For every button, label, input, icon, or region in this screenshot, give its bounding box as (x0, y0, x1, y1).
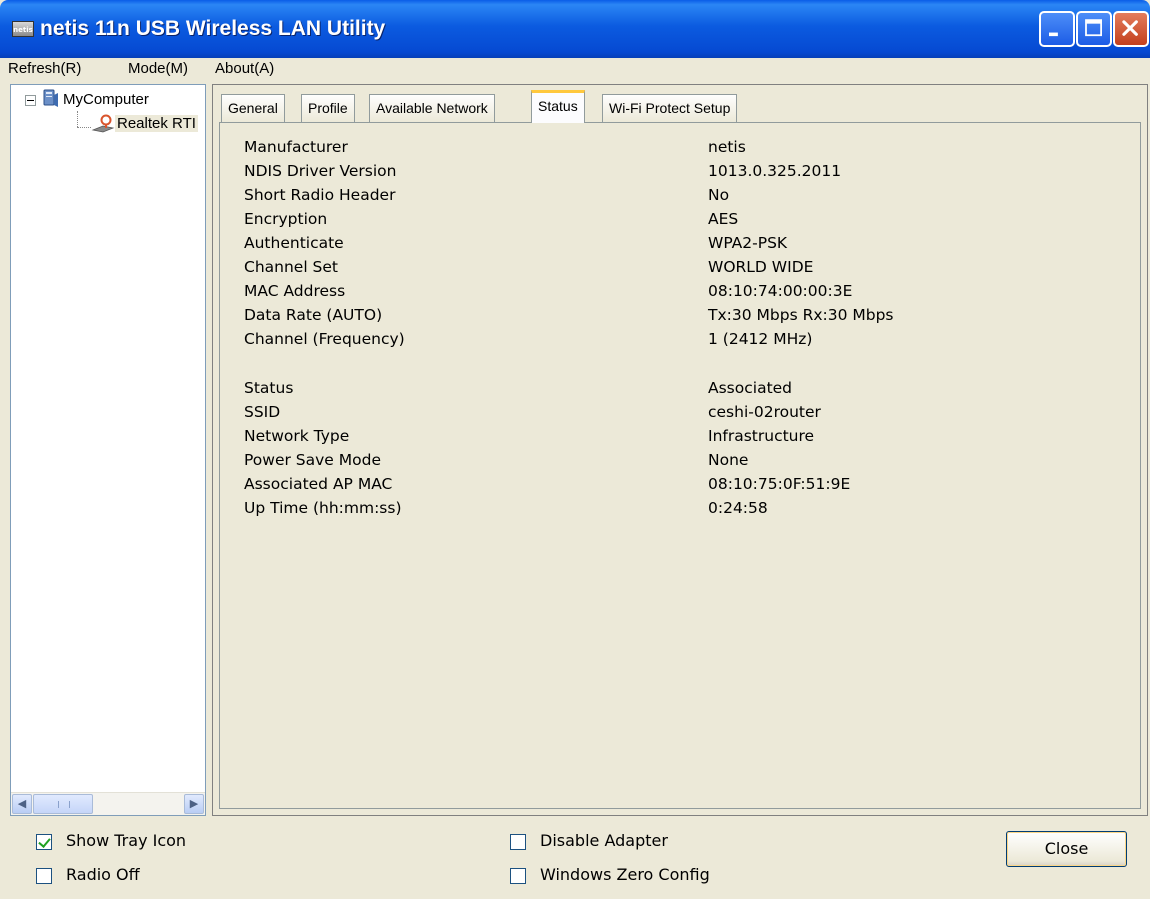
maximize-icon (1085, 19, 1102, 37)
tree-item-realtek[interactable]: Realtek RTI (115, 115, 198, 132)
info-value-encryption: AES (708, 210, 739, 228)
app-icon[interactable]: netis (12, 21, 34, 37)
info-value-mac-address: 08:10:74:00:00:3E (708, 282, 853, 300)
scroll-right-button[interactable]: ▶ (184, 794, 204, 814)
info-label-status: Status (244, 379, 294, 397)
info-value-up-time: 0:24:58 (708, 499, 768, 517)
info-value-authenticate: WPA2-PSK (708, 234, 788, 252)
chevron-right-icon: ▶ (189, 797, 199, 810)
menu-mode[interactable]: Mode(M) (128, 60, 188, 77)
tab-general-label: General (228, 100, 278, 116)
info-label-network-type: Network Type (244, 427, 350, 445)
info-label-up-time: Up Time (hh:mm:ss) (244, 499, 402, 517)
menu-refresh-label: Refresh (8, 60, 61, 77)
show-tray-icon-label[interactable]: Show Tray Icon (66, 831, 186, 850)
info-label-manufacturer: Manufacturer (244, 138, 348, 156)
tree-connector (77, 111, 78, 127)
info-value-associated-ap-mac: 08:10:75:0F:51:9E (708, 475, 851, 493)
adapter-tree[interactable]: MyComputer Realtek RTI ◀ ▶ (10, 84, 206, 816)
radio-off-label[interactable]: Radio Off (66, 865, 140, 884)
info-label-encryption: Encryption (244, 210, 328, 228)
minimize-button[interactable] (1039, 11, 1075, 47)
title-bar[interactable]: netis netis 11n USB Wireless LAN Utility (0, 0, 1150, 58)
tree-horizontal-scrollbar[interactable]: ◀ ▶ (11, 792, 205, 815)
computer-icon (43, 89, 58, 107)
tab-available-network-label: Available Network (376, 100, 488, 116)
info-value-data-rate: Tx:30 Mbps Rx:30 Mbps (708, 306, 894, 324)
tab-container: General Profile Available Network Status… (212, 84, 1148, 816)
minimize-icon (1049, 32, 1058, 37)
menu-refresh[interactable]: Refresh(R) (8, 60, 81, 77)
info-label-authenticate: Authenticate (244, 234, 344, 252)
info-label-mac-address: MAC Address (244, 282, 346, 300)
info-label-channel-set: Channel Set (244, 258, 339, 276)
windows-zero-config-label[interactable]: Windows Zero Config (540, 865, 710, 884)
maximize-button[interactable] (1076, 11, 1112, 47)
menu-refresh-mnemonic: (R) (60, 60, 82, 77)
tab-status[interactable]: Status (531, 90, 585, 123)
info-label-data-rate: Data Rate (AUTO) (244, 306, 383, 324)
info-label-ssid: SSID (244, 403, 281, 421)
disable-adapter-label[interactable]: Disable Adapter (540, 831, 668, 850)
info-label-short-radio-header: Short Radio Header (244, 186, 396, 204)
menu-bar: Refresh(R) Mode(M) About(A) (0, 58, 1150, 82)
scroll-left-button[interactable]: ◀ (12, 794, 32, 814)
menu-about[interactable]: About(A) (215, 60, 274, 77)
info-value-ndis-driver-version: 1013.0.325.2011 (708, 162, 842, 180)
status-panel: Manufacturer netis NDIS Driver Version 1… (219, 122, 1141, 809)
close-window-button[interactable] (1113, 11, 1149, 47)
tree-item-label: Realtek RTI (115, 115, 198, 132)
collapse-toggle[interactable] (25, 95, 36, 106)
tab-status-label: Status (538, 98, 578, 114)
disable-adapter-checkbox[interactable] (510, 834, 526, 850)
tab-wifi-protect-setup[interactable]: Wi-Fi Protect Setup (602, 94, 738, 122)
menu-mode-mnemonic: (M) (165, 60, 189, 77)
window-title: netis 11n USB Wireless LAN Utility (40, 17, 386, 40)
info-value-manufacturer: netis (708, 138, 746, 156)
tab-general[interactable]: General (221, 94, 285, 122)
scroll-thumb[interactable] (33, 794, 93, 814)
menu-about-label: About (215, 60, 255, 77)
info-value-status: Associated (708, 379, 793, 397)
windows-zero-config-checkbox[interactable] (510, 868, 526, 884)
tab-available-network[interactable]: Available Network (369, 94, 495, 122)
tree-item-mycomputer[interactable]: MyComputer (63, 91, 149, 108)
info-value-channel-frequency: 1 (2412 MHz) (708, 330, 813, 348)
info-value-network-type: Infrastructure (708, 427, 815, 445)
info-label-channel-frequency: Channel (Frequency) (244, 330, 405, 348)
info-label-associated-ap-mac: Associated AP MAC (244, 475, 393, 493)
menu-about-mnemonic: (A) (254, 60, 275, 77)
tab-wifi-protect-setup-label: Wi-Fi Protect Setup (609, 100, 731, 116)
info-value-short-radio-header: No (708, 186, 730, 204)
tree-connector (77, 127, 91, 128)
info-value-channel-set: WORLD WIDE (708, 258, 814, 276)
info-value-ssid: ceshi-02router (708, 403, 821, 421)
radio-off-checkbox[interactable] (36, 868, 52, 884)
show-tray-icon-checkbox[interactable] (36, 834, 52, 850)
tab-profile-label: Profile (308, 100, 348, 116)
wireless-adapter-icon (91, 114, 115, 133)
menu-mode-label: Mode (128, 60, 166, 77)
info-label-power-save-mode: Power Save Mode (244, 451, 381, 469)
tree-item-label: MyComputer (63, 91, 149, 108)
close-button[interactable]: Close (1006, 831, 1127, 867)
tab-profile[interactable]: Profile (301, 94, 355, 122)
info-label-ndis-driver-version: NDIS Driver Version (244, 162, 397, 180)
info-value-power-save-mode: None (708, 451, 749, 469)
close-icon (1122, 20, 1138, 36)
chevron-left-icon: ◀ (17, 797, 27, 810)
